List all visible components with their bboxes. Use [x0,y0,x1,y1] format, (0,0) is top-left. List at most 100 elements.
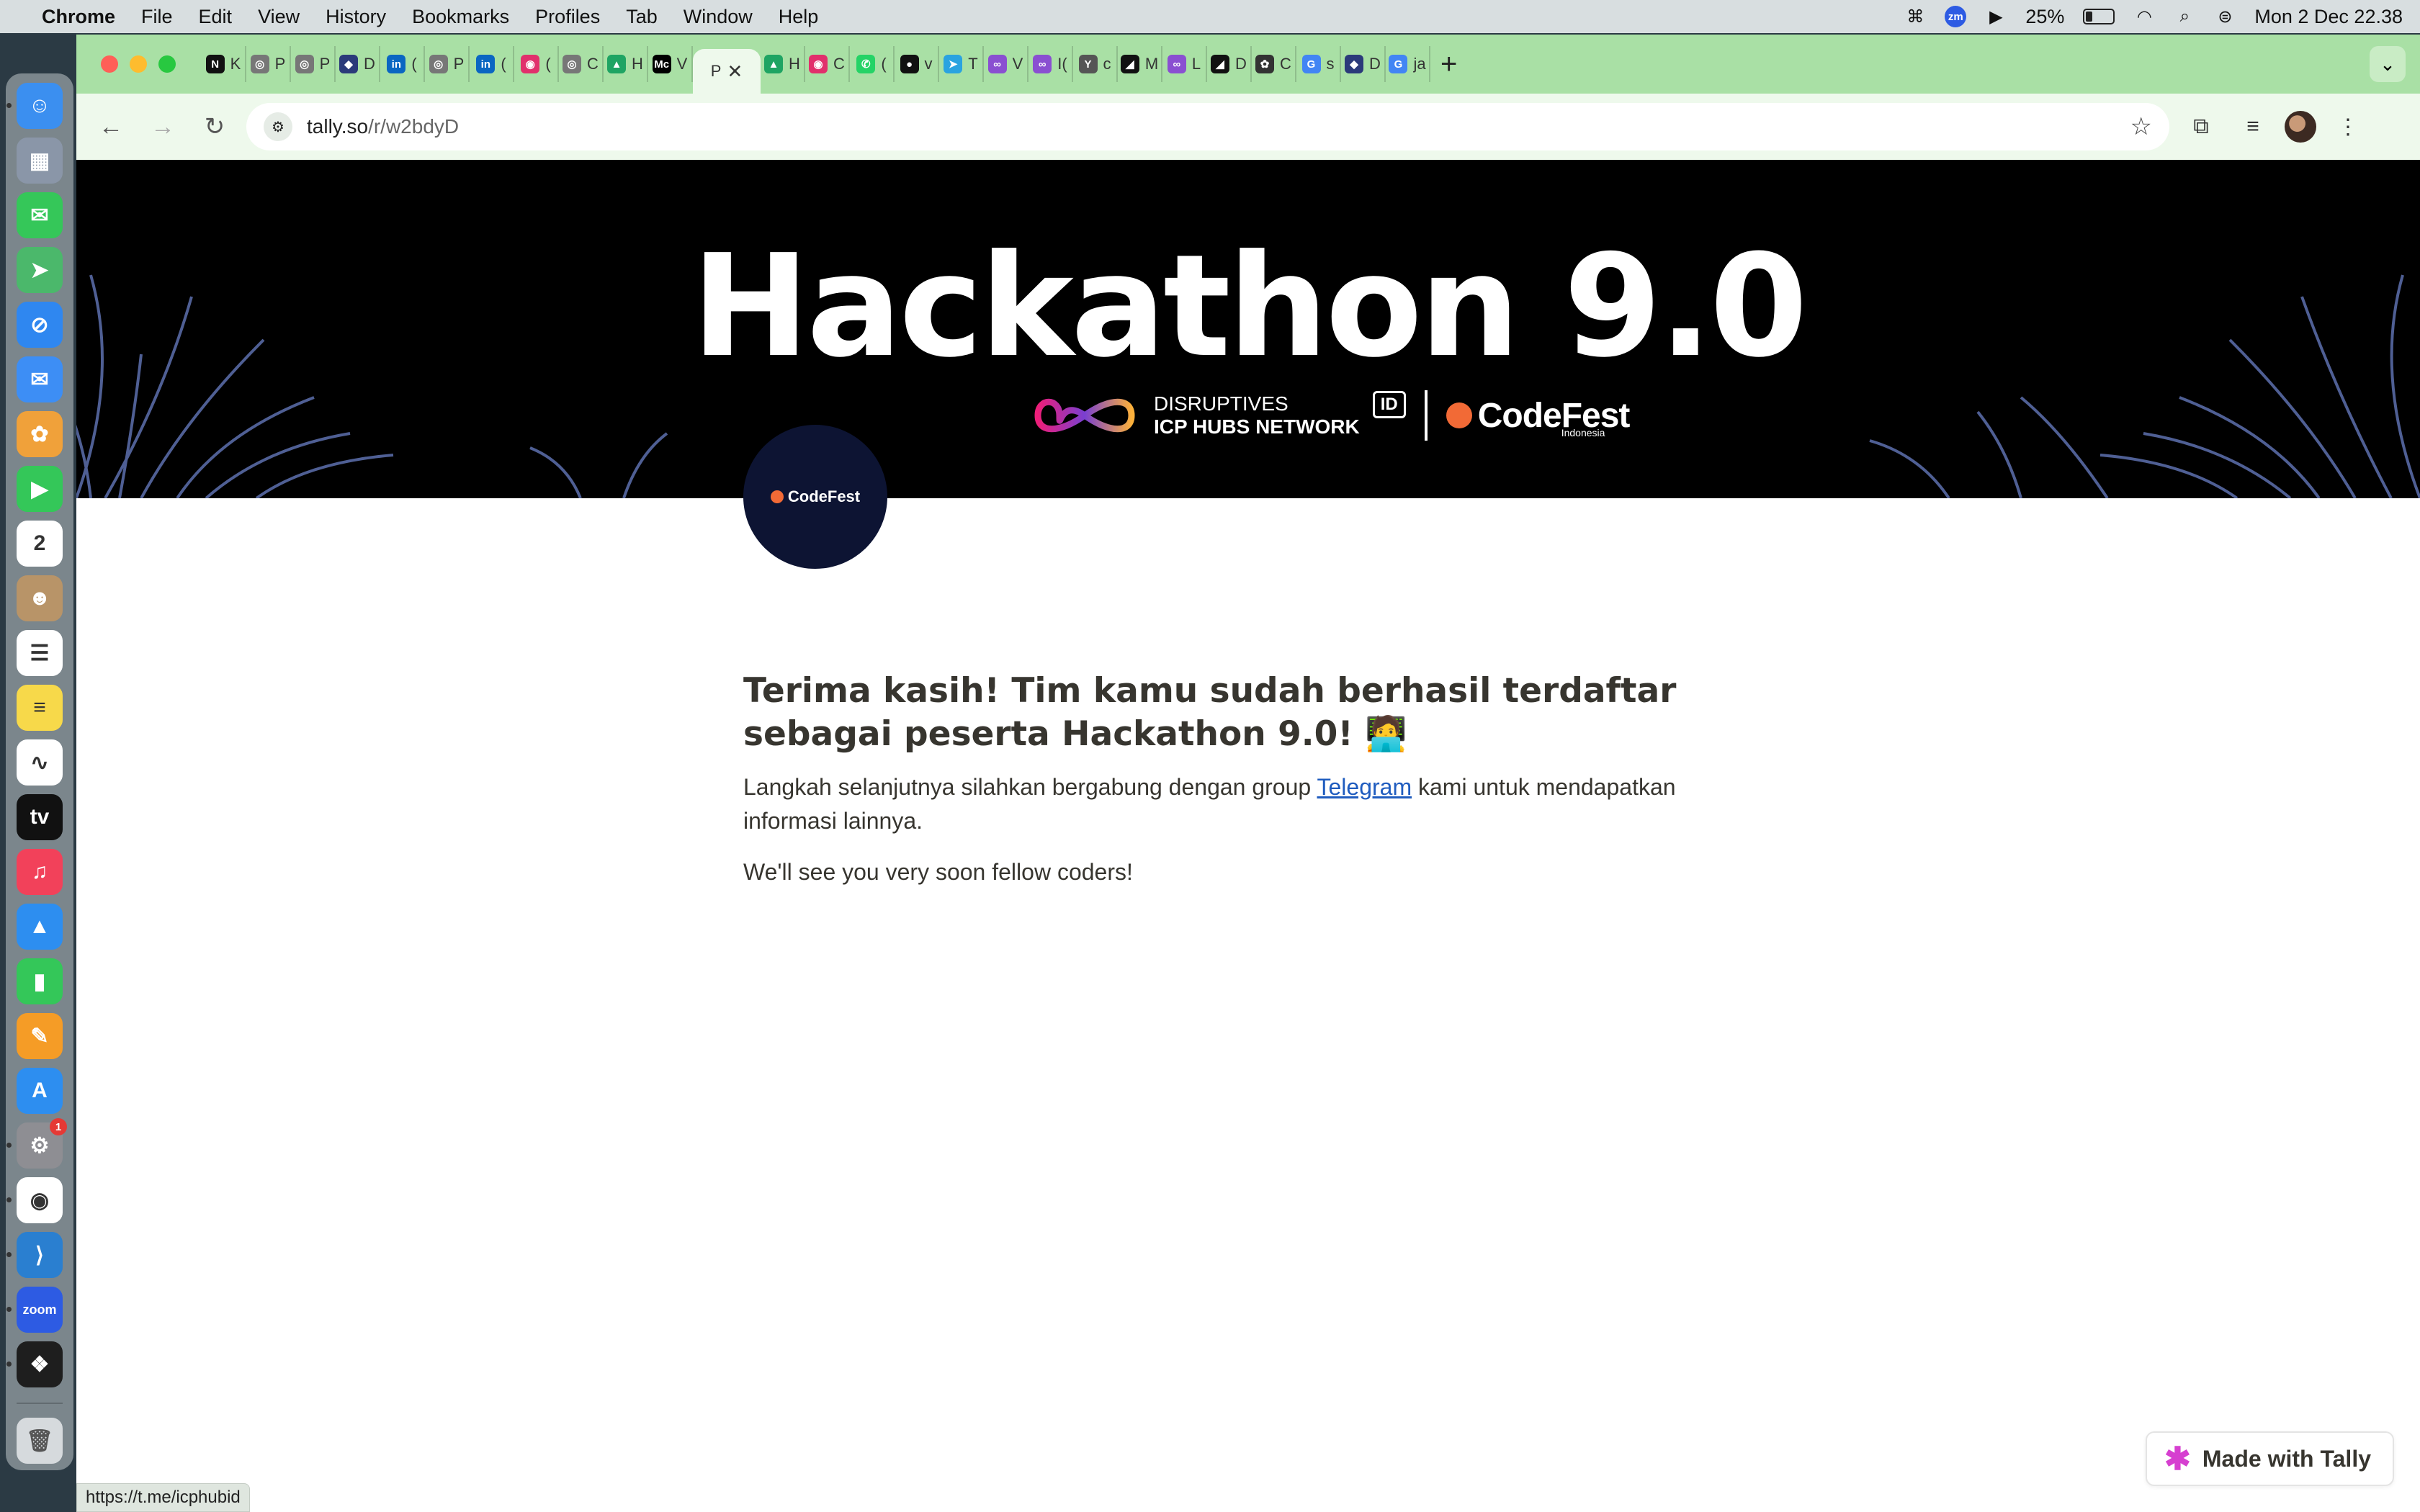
tab[interactable]: ∞ I( [1028,46,1073,82]
dock-launchpad-icon[interactable]: ▦ [17,138,63,184]
running-indicator [6,1362,12,1367]
tab[interactable]: ◆ D [1341,46,1386,82]
tab[interactable]: ◎ P [291,46,336,82]
profile-avatar[interactable] [2285,111,2316,143]
tab-favicon-icon: ▲ [607,55,627,73]
dock-pages-icon[interactable]: ✎ [17,1013,63,1059]
tab-search-chevron-icon[interactable]: ⌄ [2370,46,2406,82]
tab[interactable]: ◎ P [425,46,470,82]
tab-favicon-icon: ◎ [295,55,314,73]
menu-bookmarks[interactable]: Bookmarks [412,6,509,28]
tab-favicon-icon: ✆ [856,55,876,73]
menu-history[interactable]: History [326,6,386,28]
telegram-link[interactable]: Telegram [1317,774,1412,800]
media-controls-icon[interactable]: ≡ [2233,107,2273,147]
menu-help[interactable]: Help [779,6,819,28]
tab[interactable]: Mc V [648,46,693,82]
tab[interactable]: in ( [470,46,514,82]
tab[interactable]: ▲ H [604,46,648,82]
dock-apple-tv-icon[interactable]: tv [17,794,63,840]
dock-glyph: ◉ [30,1188,50,1212]
dock-calendar-icon[interactable]: 2 [17,521,63,567]
close-window-button[interactable] [101,55,118,73]
chrome-menu-icon[interactable]: ⋮ [2328,107,2368,147]
control-center-icon[interactable]: ⊜ [2214,6,2236,27]
dock-trash-icon[interactable]: 🗑 [17,1418,63,1464]
tab[interactable]: ✆( [850,46,895,82]
new-tab-button[interactable]: + [1440,48,1457,81]
tab[interactable]: ◎ C [559,46,604,82]
menu-profiles[interactable]: Profiles [535,6,600,28]
tab[interactable]: ∞ V [984,46,1028,82]
disruptives-text: DISRUPTIVES [1154,392,1289,415]
dock-chrome-icon[interactable]: ◉ [6,1177,63,1223]
extensions-icon[interactable]: ⧉ [2181,107,2221,147]
dock-contacts-icon[interactable]: ☻ [17,575,63,621]
tab[interactable]: in ( [380,46,425,82]
tab-title: P [453,55,465,73]
tab-close-icon[interactable]: ✕ [727,60,743,83]
menu-app-name[interactable]: Chrome [42,6,115,28]
tab[interactable]: ◆ D [336,46,380,82]
dock-figma-icon[interactable]: ❖ [6,1341,63,1387]
made-with-tally-button[interactable]: ✱ Made with Tally [2146,1431,2394,1486]
zoom-window-button[interactable] [158,55,176,73]
dock-vscode-icon[interactable]: ⟩ [6,1232,63,1278]
dock-mail-icon[interactable]: ✉ [17,356,63,402]
address-bar[interactable]: ⚙ tally.so/r/w2bdyD ☆ [246,103,2169,150]
site-info-icon[interactable]: ⚙ [264,112,292,141]
search-icon[interactable]: ⌕ [2174,6,2195,27]
dock-music-icon[interactable]: ♫ [17,849,63,895]
tab[interactable]: ✿ C [1252,46,1296,82]
dock-facetime-icon[interactable]: ▶ [17,466,63,512]
dock-zoom-icon[interactable]: zoom [6,1287,63,1333]
forward-button[interactable]: → [143,107,183,147]
keyboard-icon[interactable]: ⌘ [1904,6,1926,27]
clock[interactable]: Mon 2 Dec 22.38 [2254,6,2403,28]
tab[interactable]: ● v [895,46,939,82]
tab-active[interactable]: P ✕ [693,49,761,94]
tab[interactable]: ➤ T [939,46,984,82]
reload-button[interactable]: ↻ [194,107,235,147]
link-hover-status: https://t.me/icphubid [76,1483,250,1512]
dock-messages-icon[interactable]: ✉ [17,192,63,238]
dock-finder-icon[interactable]: ☺ [6,83,63,129]
play-icon[interactable]: ▶ [1985,6,2007,27]
tab[interactable]: ◉( [514,46,559,82]
dock-reminders-icon[interactable]: ☰ [17,630,63,676]
tab[interactable]: ◢ M [1118,46,1162,82]
dock-freeform-icon[interactable]: ∿ [17,739,63,786]
minimize-window-button[interactable] [130,55,147,73]
menu-tab[interactable]: Tab [626,6,658,28]
tab[interactable]: Yc [1073,46,1118,82]
menu-file[interactable]: File [141,6,173,28]
banner-title: Hackathon 9.0 [691,225,1808,389]
zoom-icon[interactable]: zm [1945,6,1967,27]
tab[interactable]: ◢ D [1207,46,1252,82]
dock-keynote-icon[interactable]: ▲ [17,904,63,950]
icp-hubs-text: ICP HUBS NETWORK [1154,415,1360,438]
dock-photos-icon[interactable]: ✿ [17,411,63,457]
dock-notes-icon[interactable]: ≡ [17,685,63,731]
tab[interactable]: ◉ C [805,46,850,82]
tab[interactable]: ∞ L [1162,46,1207,82]
tab[interactable]: Gja [1386,46,1430,82]
menu-window[interactable]: Window [684,6,753,28]
tab[interactable]: ◎ P [246,46,291,82]
dock-safari-icon[interactable]: ⊘ [17,302,63,348]
dock-numbers-icon[interactable]: ▮ [17,958,63,1004]
dock-app-store-icon[interactable]: A [17,1068,63,1114]
tab[interactable]: Gs [1296,46,1341,82]
tab[interactable]: NK [202,46,246,82]
trash-glyph: 🗑 [25,1428,54,1453]
menu-view[interactable]: View [258,6,300,28]
battery-icon[interactable] [2083,9,2115,24]
menu-edit[interactable]: Edit [199,6,233,28]
tab[interactable]: ▲ H [761,46,805,82]
dock-maps-icon[interactable]: ➤ [17,247,63,293]
wifi-icon[interactable]: ◠ [2133,6,2155,27]
bookmark-star-icon[interactable]: ☆ [2130,112,2152,141]
back-button[interactable]: ← [91,107,131,147]
dock-system-settings-icon[interactable]: ⚙ 1 [6,1118,67,1169]
dock-glyph: ✎ [30,1024,49,1048]
